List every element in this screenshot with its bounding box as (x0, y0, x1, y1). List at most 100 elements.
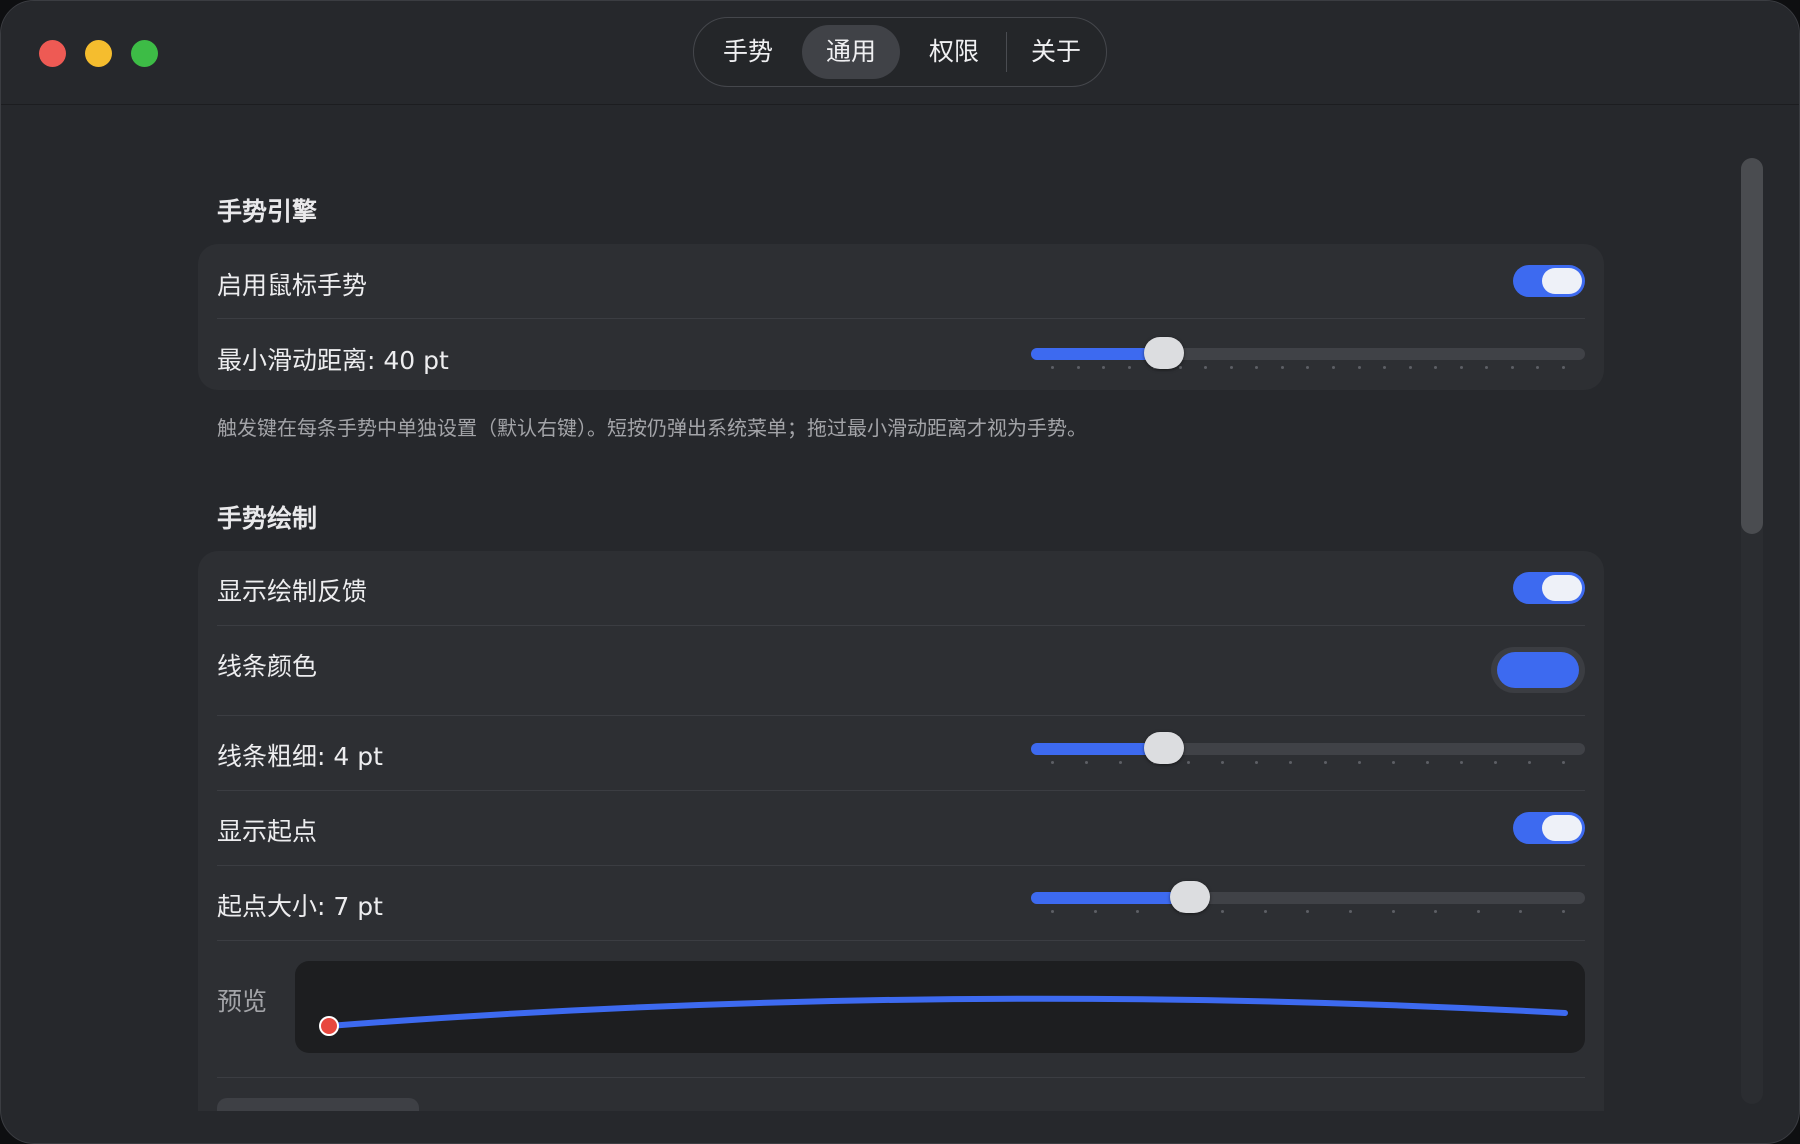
card-gesture-engine: 启用鼠标手势 最小滑动距离: 40 pt (198, 244, 1604, 390)
slider-tick (1229, 366, 1233, 369)
row-line-color: 线条颜色 (217, 626, 1585, 715)
slider-tick (1306, 910, 1310, 913)
toggle-knob (1542, 575, 1582, 601)
row-min-distance: 最小滑动距离: 40 pt (217, 319, 1585, 390)
tab-permissions[interactable]: 权限 (906, 25, 1002, 79)
divider (217, 1077, 1585, 1078)
slider-min-distance[interactable] (1031, 336, 1585, 372)
slider-tick (1357, 761, 1361, 764)
slider-tick (1178, 366, 1182, 369)
label-min-distance: 最小滑动距离: 40 pt (217, 346, 449, 375)
row-show-feedback: 显示绘制反馈 (217, 551, 1585, 625)
slider-tick (1051, 761, 1054, 764)
slider-tick (1263, 910, 1267, 913)
line-color-swatch (1497, 652, 1579, 688)
slider-tick (1289, 761, 1293, 764)
gesture-start-point (319, 1016, 339, 1036)
row-preview: 预览 (217, 941, 1585, 1077)
tab-divider (1006, 32, 1007, 72)
toggle-knob (1542, 268, 1582, 294)
slider-tick (1527, 761, 1531, 764)
close-window-button[interactable] (39, 40, 66, 67)
slider-tick (1280, 366, 1284, 369)
slider-tick (1536, 366, 1540, 369)
slider-tick (1519, 910, 1523, 913)
slider-tick (1510, 366, 1514, 369)
slider-tick (1434, 910, 1438, 913)
slider-tick (1408, 366, 1412, 369)
minimize-window-button[interactable] (85, 40, 112, 67)
settings-content: 手势引擎 启用鼠标手势 最小滑动距离: 40 pt 触发键在每条手势中单独设置（… (1, 105, 1799, 1111)
label-preview: 预览 (217, 987, 268, 1016)
label-show-feedback: 显示绘制反馈 (217, 577, 368, 606)
toggle-knob (1542, 815, 1582, 841)
slider-ticks (1051, 366, 1565, 370)
slider-tick (1204, 366, 1208, 369)
slider-thumb[interactable] (1144, 732, 1185, 764)
slider-tick (1391, 761, 1395, 764)
slider-tick (1093, 910, 1097, 913)
label-start-size: 起点大小: 7 pt (217, 892, 383, 921)
slider-tick (1434, 366, 1438, 369)
settings-window: 手势 通用 权限 关于 手势引擎 启用鼠标手势 最小滑动距离: 40 pt 触发… (0, 0, 1800, 1144)
slider-tick (1459, 366, 1463, 369)
slider-line-width[interactable] (1031, 731, 1585, 767)
slider-tick (1485, 366, 1489, 369)
partially-visible-button[interactable] (217, 1098, 419, 1111)
zoom-window-button[interactable] (131, 40, 158, 67)
tab-about[interactable]: 关于 (1010, 25, 1102, 79)
slider-tick (1076, 366, 1080, 369)
row-enable-gestures: 启用鼠标手势 (217, 244, 1585, 318)
slider-tick (1255, 761, 1259, 764)
tab-general[interactable]: 通用 (802, 25, 900, 79)
slider-fill (1031, 892, 1190, 904)
slider-tick (1119, 761, 1123, 764)
slider-tick (1306, 366, 1310, 369)
slider-tick (1349, 910, 1353, 913)
label-line-color: 线条颜色 (217, 652, 318, 681)
row-line-width: 线条粗细: 4 pt (217, 716, 1585, 790)
scrollbar[interactable] (1741, 158, 1763, 1104)
slider-thumb[interactable] (1169, 881, 1210, 913)
slider-tick (1493, 761, 1497, 764)
preview-stroke (319, 995, 1568, 1036)
slider-tick (1476, 910, 1480, 913)
slider-ticks (1051, 910, 1565, 914)
scrollbar-thumb[interactable] (1741, 158, 1763, 534)
slider-tick (1459, 761, 1463, 764)
slider-tick (1561, 761, 1565, 764)
slider-tick (1561, 366, 1565, 369)
card-gesture-drawing: 显示绘制反馈 线条颜色 线条粗细: 4 pt 显示起点 起点大小: 7 pt 预… (198, 551, 1604, 1111)
label-show-start: 显示起点 (217, 817, 318, 846)
slider-thumb[interactable] (1144, 337, 1185, 369)
slider-tick (1102, 366, 1106, 369)
slider-tick (1051, 910, 1054, 913)
line-color-well[interactable] (1491, 647, 1585, 693)
section-title-gesture-engine: 手势引擎 (217, 197, 318, 226)
slider-start-size[interactable] (1031, 880, 1585, 916)
tab-bar: 手势 通用 权限 关于 (693, 17, 1107, 87)
preview-canvas (295, 961, 1585, 1053)
slider-tick (1425, 761, 1429, 764)
slider-tick (1187, 761, 1191, 764)
slider-tick (1323, 761, 1327, 764)
slider-tick (1332, 366, 1336, 369)
slider-tick (1391, 910, 1395, 913)
toggle-enable-gestures[interactable] (1513, 265, 1585, 297)
tab-gestures[interactable]: 手势 (702, 25, 794, 79)
titlebar: 手势 通用 权限 关于 (1, 1, 1799, 105)
trigger-key-note: 触发键在每条手势中单独设置（默认右键）。短按仍弹出系统菜单；拖过最小滑动距离才视… (217, 416, 1087, 440)
row-start-size: 起点大小: 7 pt (217, 866, 1585, 940)
gesture-stroke-path (326, 995, 1568, 1029)
slider-tick (1561, 910, 1565, 913)
label-enable-gestures: 启用鼠标手势 (217, 271, 368, 300)
toggle-show-start[interactable] (1513, 812, 1585, 844)
slider-tick (1127, 366, 1131, 369)
section-title-gesture-drawing: 手势绘制 (217, 504, 318, 533)
slider-tick (1383, 366, 1387, 369)
row-show-start: 显示起点 (217, 791, 1585, 865)
slider-tick (1136, 910, 1140, 913)
label-line-width: 线条粗细: 4 pt (217, 742, 383, 771)
toggle-show-feedback[interactable] (1513, 572, 1585, 604)
slider-ticks (1051, 761, 1565, 765)
